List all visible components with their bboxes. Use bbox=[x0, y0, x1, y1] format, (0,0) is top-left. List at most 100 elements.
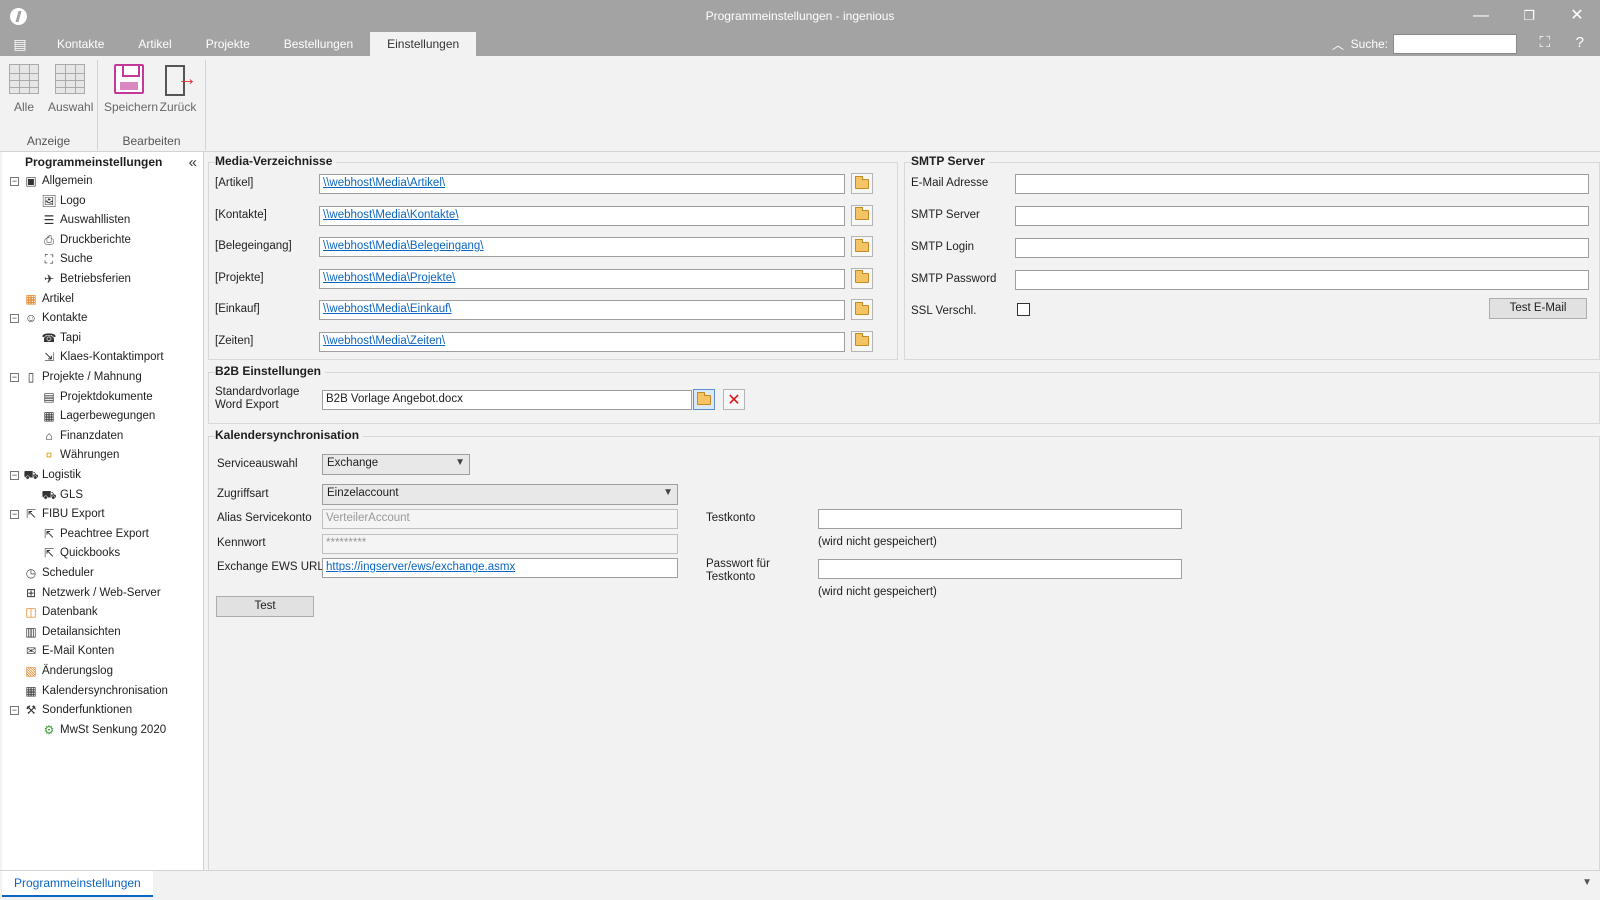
ssl-checkbox[interactable] bbox=[1017, 303, 1030, 316]
tree-item[interactable]: ▦ Lagerbewegungen bbox=[41, 407, 155, 426]
tab-artikel[interactable]: Artikel bbox=[121, 32, 188, 56]
tree-item[interactable]: ▯ Projekte / Mahnung bbox=[23, 368, 142, 387]
folder-icon bbox=[855, 270, 869, 283]
tree-item[interactable]: ◫ Datenbank bbox=[23, 603, 97, 622]
app-menu-icon[interactable]: ▤ bbox=[0, 32, 40, 56]
settings-tree: Programmeinstellungen « − ▣ Allgemein 🖼 Logo… bbox=[2, 152, 204, 870]
tree-item[interactable]: ✉ E-Mail Konten bbox=[23, 642, 114, 661]
media-path-field[interactable]: \\webhost\Media\Belegeingang\ bbox=[319, 237, 845, 257]
restore-icon[interactable]: ❐ bbox=[1506, 4, 1552, 28]
delete-x-icon: ✕ bbox=[727, 391, 741, 409]
testpassword-label: Passwort für Testkonto bbox=[706, 558, 770, 584]
tree-collapse-icon[interactable]: − bbox=[10, 510, 19, 520]
tree-item[interactable]: ⛟ GLS bbox=[41, 486, 83, 505]
alle-button[interactable]: Alle bbox=[8, 64, 40, 114]
media-path-field[interactable]: \\webhost\Media\Artikel\ bbox=[319, 174, 845, 194]
tree-collapse-icon[interactable]: − bbox=[10, 706, 19, 716]
search-input[interactable] bbox=[1393, 34, 1517, 54]
tree-item-label: Lagerbewegungen bbox=[60, 410, 156, 423]
media-label: [Artikel] bbox=[215, 177, 254, 189]
tab-kontakte[interactable]: Kontakte bbox=[40, 32, 121, 56]
tree-collapse-icon[interactable]: − bbox=[10, 314, 19, 324]
tree-item[interactable]: ⇱ FIBU Export bbox=[23, 505, 105, 524]
window-title: Programmeinstellungen - ingenious bbox=[705, 9, 895, 23]
tree-item[interactable]: ⌂ Finanzdaten bbox=[41, 427, 123, 446]
media-browse-button[interactable] bbox=[851, 299, 873, 320]
ews-url-field[interactable]: https://ingserver/ews/exchange.asmx bbox=[322, 558, 678, 578]
tree-item[interactable]: ☎ Tapi bbox=[41, 329, 82, 348]
b2b-template-label: Standardvorlage Word Export bbox=[215, 386, 299, 412]
media-path-field[interactable]: \\webhost\Media\Zeiten\ bbox=[319, 331, 845, 352]
airplane-icon: ✈ bbox=[43, 272, 55, 286]
testaccount-field[interactable] bbox=[818, 509, 1182, 529]
media-path-field[interactable]: \\webhost\Media\Einkauf\ bbox=[319, 300, 845, 320]
b2b-template-field[interactable]: B2B Vorlage Angebot.docx bbox=[322, 390, 692, 410]
service-select[interactable]: Exchange ▼ bbox=[322, 454, 470, 475]
tree-item[interactable]: ▧ Änderungslog bbox=[23, 662, 113, 681]
tree-item[interactable]: ⚒ Sonderfunktionen bbox=[23, 701, 133, 720]
tree-item[interactable]: ◷ Scheduler bbox=[23, 564, 94, 583]
test-email-button[interactable]: Test E-Mail bbox=[1489, 298, 1587, 319]
tree-item[interactable]: ⊞ Netzwerk / Web-Server bbox=[23, 584, 161, 603]
smtp-email-field[interactable] bbox=[1015, 174, 1589, 194]
tree-item[interactable]: ¤ Währungen bbox=[41, 446, 120, 465]
collapse-ribbon-icon[interactable]: ︿ bbox=[1332, 36, 1344, 53]
media-browse-button[interactable] bbox=[851, 330, 873, 352]
smtp-server-field[interactable] bbox=[1015, 206, 1589, 226]
tree-item[interactable]: ⛟ Logistik bbox=[23, 466, 81, 485]
tree-item[interactable]: ✈ Betriebsferien bbox=[41, 270, 131, 289]
tree-item[interactable]: ▣ Allgemein bbox=[23, 172, 92, 191]
tree-item[interactable]: ▥ Detailansichten bbox=[23, 623, 120, 642]
tree-item[interactable]: 🖼 Logo bbox=[41, 192, 85, 211]
media-browse-button[interactable] bbox=[851, 204, 873, 226]
tree-item[interactable]: ▦ Artikel bbox=[23, 290, 74, 309]
tree-item[interactable]: ☰ Auswahllisten bbox=[41, 211, 131, 230]
tree-collapse-icon[interactable]: − bbox=[10, 373, 19, 382]
tree-item[interactable]: ⎙ Druckberichte bbox=[41, 231, 131, 250]
tab-einstellungen[interactable]: Einstellungen bbox=[370, 32, 477, 56]
tree-item[interactable]: ⛶ Suche bbox=[41, 250, 93, 269]
tab-bestellungen[interactable]: Bestellungen bbox=[267, 32, 370, 56]
tab-projekte[interactable]: Projekte bbox=[189, 32, 267, 56]
settings-content: Media-Verzeichnisse [Artikel] \\webhost\M… bbox=[207, 152, 1600, 870]
tree-item[interactable]: ⇱ Peachtree Export bbox=[41, 525, 149, 544]
smtp-password-field[interactable] bbox=[1015, 270, 1589, 290]
gear-icon: ⚙ bbox=[43, 722, 55, 737]
bottom-tab-programmeinstellungen[interactable]: Programmeinstellungen bbox=[2, 871, 153, 897]
phone-icon: ☎ bbox=[41, 330, 57, 345]
media-browse-button[interactable] bbox=[851, 236, 873, 257]
calendar-test-button[interactable]: Test bbox=[216, 596, 314, 617]
service-label: Serviceauswahl bbox=[217, 458, 298, 470]
tree-collapse-icon[interactable]: − bbox=[10, 177, 19, 186]
collapse-panel-icon[interactable]: « bbox=[189, 154, 197, 171]
media-path-field[interactable]: \\webhost\Media\Projekte\ bbox=[319, 268, 845, 289]
help-icon[interactable]: ? bbox=[1576, 34, 1584, 51]
access-select[interactable]: Einzelaccount ▼ bbox=[322, 484, 678, 505]
chevron-down-icon[interactable]: ▼ bbox=[1582, 877, 1592, 888]
tree-item[interactable]: ☺ Kontakte bbox=[23, 309, 88, 328]
tree-item[interactable]: ▦ Kalendersynchronisation bbox=[23, 682, 168, 701]
media-browse-button[interactable] bbox=[851, 267, 873, 289]
b2b-clear-button[interactable]: ✕ bbox=[723, 389, 745, 410]
tree-collapse-icon[interactable]: − bbox=[10, 471, 19, 480]
tree-item[interactable]: ⚙ MwSt Senkung 2020 bbox=[41, 721, 167, 740]
testpassword-field[interactable] bbox=[818, 559, 1182, 579]
minimize-icon[interactable]: — bbox=[1458, 4, 1504, 28]
password-field[interactable]: ********* bbox=[322, 534, 678, 554]
folder-icon bbox=[855, 207, 869, 220]
auswahl-button[interactable]: Auswahl bbox=[48, 64, 93, 114]
media-browse-button[interactable] bbox=[851, 173, 873, 194]
close-icon[interactable]: ✕ bbox=[1554, 4, 1600, 28]
alias-field[interactable]: VerteilerAccount bbox=[322, 509, 678, 529]
export-icon: ⇱ bbox=[25, 507, 37, 522]
media-path-field[interactable]: \\webhost\Media\Kontakte\ bbox=[319, 205, 845, 226]
zurueck-button[interactable]: Zurück bbox=[158, 64, 198, 114]
tree-item[interactable]: ⇲ Klaes-Kontaktimport bbox=[41, 348, 164, 367]
bank-icon: ⌂ bbox=[45, 428, 53, 443]
tree-item[interactable]: ⇱ Quickbooks bbox=[41, 544, 120, 563]
speichern-button[interactable]: Speichern bbox=[104, 64, 158, 114]
tree-item[interactable]: ▤ Projektdokumente bbox=[41, 388, 152, 407]
smtp-login-field[interactable] bbox=[1015, 238, 1589, 258]
b2b-browse-button[interactable] bbox=[693, 389, 715, 410]
binoculars-icon[interactable]: ⛶ bbox=[1539, 34, 1550, 51]
